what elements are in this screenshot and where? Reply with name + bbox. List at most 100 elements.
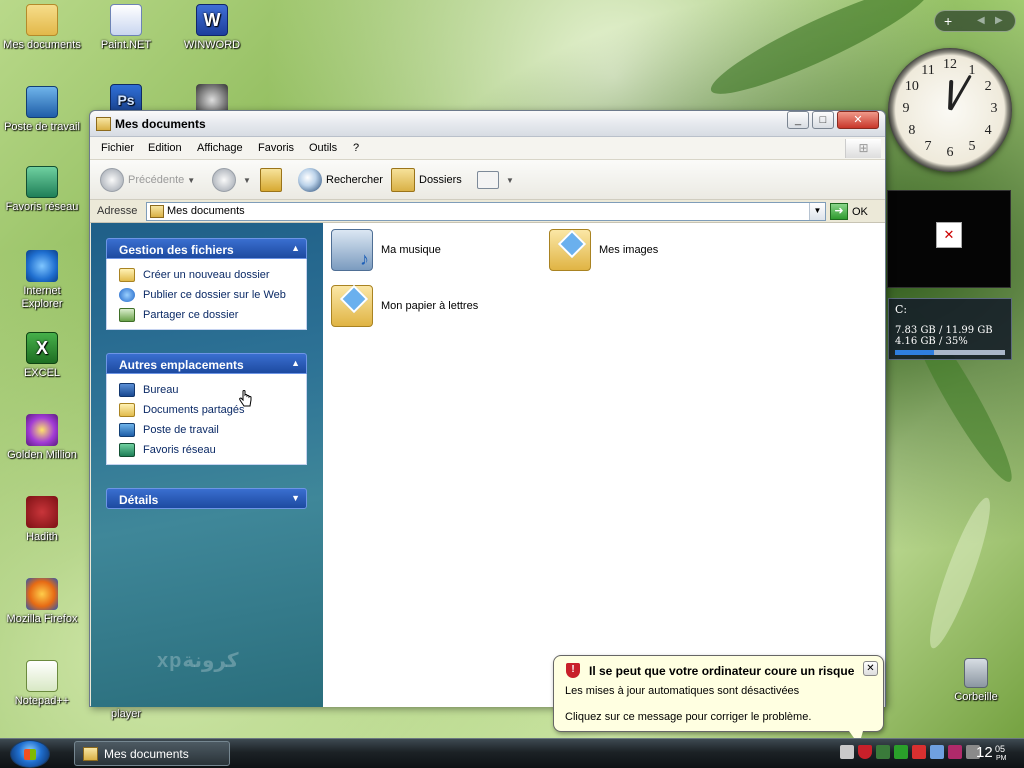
folder-mes-images[interactable]: Mes images (549, 229, 658, 271)
place-favoris-reseau[interactable]: Favoris réseau (119, 440, 306, 460)
desktop-icon-paint-net[interactable]: Paint.NET (84, 4, 168, 51)
menu-favoris[interactable]: Favoris (258, 142, 294, 154)
desktop-icon-winword[interactable]: W WINWORD (170, 4, 254, 51)
folder-mon-papier-a-lettres[interactable]: Mon papier à lettres (331, 285, 478, 327)
desktop-icon-poste-de-travail[interactable]: Poste de travail (0, 86, 84, 133)
hand-cursor-icon (239, 390, 252, 407)
forward-button[interactable]: ▼ (212, 168, 251, 192)
task-publish-web[interactable]: Publier ce dossier sur le Web (119, 285, 306, 305)
balloon-action-text[interactable]: Cliquez sur ce message pour corriger le … (565, 711, 811, 723)
network-icon (119, 443, 135, 457)
menu-affichage[interactable]: Affichage (197, 142, 243, 154)
clock-number: 10 (904, 79, 919, 94)
security-shield-icon[interactable] (858, 745, 872, 759)
back-button[interactable]: Précédente ▼ (100, 168, 195, 192)
taskbar-item-mes-documents[interactable]: Mes documents (74, 741, 230, 766)
desktop-icon-favoris-reseau[interactable]: Favoris réseau (0, 166, 84, 213)
desktop-icon-notepad[interactable]: Notepad++ (0, 660, 84, 707)
desktop-icon-player[interactable]: player (84, 708, 168, 720)
place-bureau[interactable]: Bureau (119, 380, 306, 400)
tray-icon[interactable] (876, 745, 890, 759)
task-share-folder[interactable]: Partager ce dossier (119, 305, 306, 325)
balloon-close-button[interactable]: ✕ (863, 661, 878, 676)
sidebar-gadget-toolbar: + ◀ ▶ (934, 10, 1016, 32)
security-shield-icon: ! (566, 663, 580, 678)
minimize-button[interactable]: _ (787, 111, 809, 129)
desktop-icon-label: Notepad++ (14, 695, 70, 707)
go-button[interactable]: ➜ OK (830, 202, 868, 221)
desktop-icon-excel[interactable]: X EXCEL (0, 332, 84, 379)
views-button[interactable]: ▼ (477, 168, 514, 192)
tray-icon[interactable] (894, 745, 908, 759)
place-poste-de-travail[interactable]: Poste de travail (119, 420, 306, 440)
desktop-icon-internet-explorer[interactable]: Internet Explorer (0, 250, 84, 311)
desktop-icon-golden-million[interactable]: Golden Million (0, 414, 84, 461)
task-pane: Gestion des fichiers ▲ Créer un nouveau … (91, 223, 323, 707)
search-button[interactable]: Rechercher (298, 168, 383, 192)
drive-usage-fill (895, 350, 934, 355)
address-input[interactable]: Mes documents (146, 202, 826, 221)
add-gadget-button[interactable]: + (944, 13, 952, 29)
menu-fichier[interactable]: Fichier (101, 142, 134, 154)
folder-icon (96, 117, 111, 131)
clock-gadget[interactable]: 12 1 2 3 4 5 6 7 8 9 10 11 (888, 48, 1012, 172)
folders-label: Dossiers (419, 174, 462, 186)
folders-button[interactable]: Dossiers (391, 168, 462, 192)
details-title: Détails (119, 493, 159, 507)
desktop-icon-corbeille[interactable]: Corbeille (934, 658, 1018, 703)
folder-label: Mes images (599, 244, 659, 256)
other-places-panel: Autres emplacements ▲ Bureau Documents p… (106, 353, 307, 465)
address-dropdown-button[interactable]: ▼ (809, 203, 825, 220)
windows-logo-icon: ⊞ (845, 139, 881, 158)
next-gadget-button[interactable]: ▶ (995, 15, 1003, 26)
computer-icon (119, 423, 135, 437)
desktop-icon-label: Mes documents (3, 39, 81, 51)
start-button[interactable] (10, 740, 50, 768)
task-new-folder[interactable]: Créer un nouveau dossier (119, 265, 306, 285)
picture-gadget[interactable]: ✕ (887, 190, 1011, 288)
security-balloon[interactable]: ! Il se peut que votre ordinateur coure … (553, 655, 884, 745)
other-places-body: Bureau Documents partagés Poste de trava… (106, 374, 307, 465)
drive-letter: C: (895, 303, 908, 316)
balloon-title: Il se peut que votre ordinateur coure un… (589, 664, 855, 678)
desktop-icon-label: Favoris réseau (5, 201, 79, 213)
chevron-down-icon: ▼ (506, 175, 514, 185)
details-header[interactable]: Détails ▼ (106, 488, 307, 509)
file-tasks-header[interactable]: Gestion des fichiers ▲ (106, 238, 307, 259)
place-documents-partages[interactable]: Documents partagés (119, 400, 306, 420)
folder-ma-musique[interactable]: Ma musique (331, 229, 441, 271)
desktop-icon-label: player (111, 708, 141, 720)
folder-icon (150, 205, 164, 218)
desktop-icon-mozilla-firefox[interactable]: Mozilla Firefox (0, 578, 84, 625)
firefox-icon (26, 578, 58, 610)
title-bar[interactable]: Mes documents _ □ ✕ (90, 111, 885, 137)
desktop-icon-hadith[interactable]: Hadith (0, 496, 84, 543)
tray-icon[interactable] (912, 745, 926, 759)
close-button[interactable]: ✕ (837, 111, 879, 129)
tray-icon[interactable] (840, 745, 854, 759)
prev-gadget-button[interactable]: ◀ (977, 15, 985, 26)
desktop-icon-mes-documents[interactable]: Mes documents (0, 4, 84, 51)
wallpaper-leaf (920, 493, 1000, 653)
clock-ampm: PM (996, 755, 1007, 762)
menu-edition[interactable]: Edition (148, 142, 182, 154)
menu-outils[interactable]: Outils (309, 142, 337, 154)
place-label: Poste de travail (143, 424, 219, 436)
taskbar-item-label: Mes documents (104, 746, 189, 761)
address-label: Adresse (97, 205, 138, 217)
paint-icon (110, 4, 142, 36)
menu-help[interactable]: ? (353, 142, 359, 154)
desktop-icon-label: Golden Million (7, 449, 77, 461)
drive-meter-gadget[interactable]: C: 7.83 GB / 11.99 GB 4.16 GB / 35% (888, 298, 1012, 360)
maximize-button[interactable]: □ (812, 111, 834, 129)
tray-icon[interactable] (930, 745, 944, 759)
tray-icon[interactable] (948, 745, 962, 759)
folder-icon (26, 4, 58, 36)
place-label: Documents partagés (143, 404, 245, 416)
file-list: Ma musique Mes images Mon papier à lettr… (323, 223, 885, 707)
address-value: Mes documents (167, 205, 245, 217)
new-folder-icon (119, 268, 135, 282)
other-places-header[interactable]: Autres emplacements ▲ (106, 353, 307, 374)
go-arrow-icon: ➜ (830, 203, 848, 220)
up-folder-button[interactable] (260, 168, 286, 192)
